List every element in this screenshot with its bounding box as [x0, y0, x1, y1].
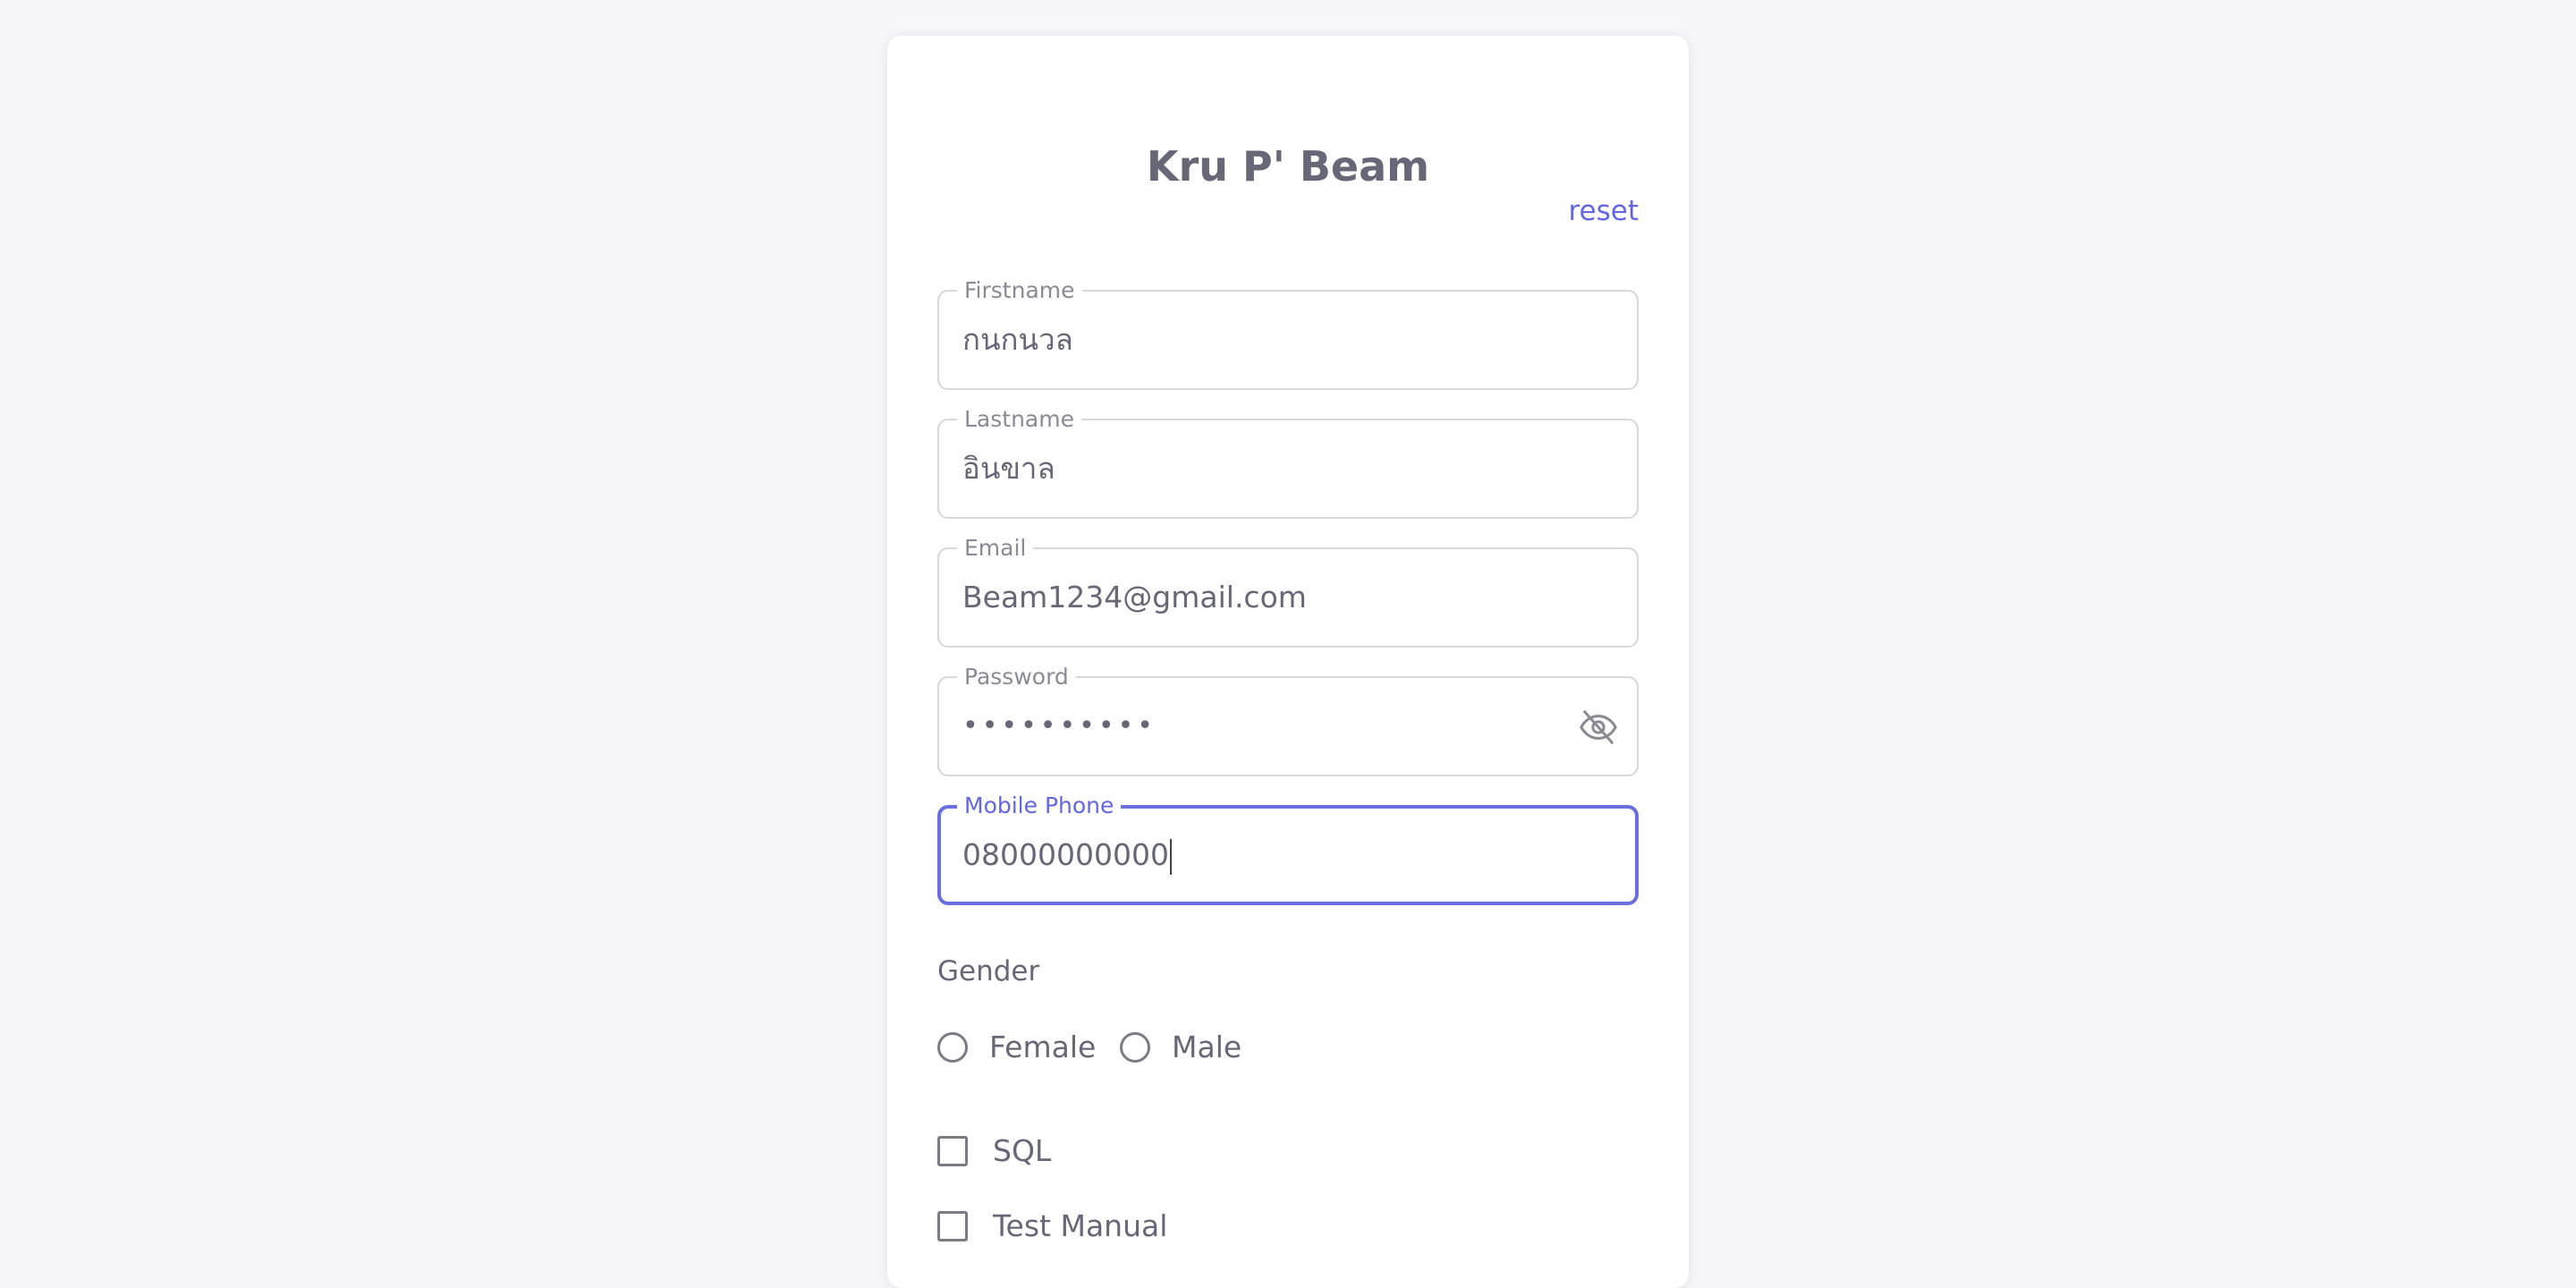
email-field[interactable]: Email Beam1234@gmail.com	[937, 535, 1639, 648]
lastname-field[interactable]: Lastname อินขาล	[937, 406, 1639, 519]
checkbox-icon[interactable]	[937, 1211, 968, 1241]
mobile-phone-field[interactable]: Mobile Phone 08000000000	[937, 792, 1639, 905]
skill-sql-checkbox[interactable]: SQL	[937, 1131, 1051, 1172]
radio-circle-icon[interactable]	[937, 1032, 968, 1063]
password-field[interactable]: Password ••••••••••	[937, 664, 1639, 776]
gender-male-radio[interactable]: Male	[1120, 1027, 1241, 1068]
registration-card: Kru P' Beam reset Firstname กนกนวล Lastn…	[887, 36, 1689, 1288]
eye-off-icon[interactable]	[1578, 707, 1619, 748]
radio-circle-icon[interactable]	[1120, 1032, 1150, 1063]
gender-male-label: Male	[1172, 1030, 1242, 1064]
reset-link[interactable]: reset	[1568, 193, 1639, 229]
skill-test-manual-label: Test Manual	[993, 1208, 1168, 1243]
firstname-field[interactable]: Firstname กนกนวล	[937, 277, 1639, 390]
skill-test-manual-checkbox[interactable]: Test Manual	[937, 1206, 1167, 1247]
mobile-phone-input[interactable]: 08000000000	[962, 809, 1172, 902]
checkbox-icon[interactable]	[937, 1136, 968, 1166]
form-title: Kru P' Beam	[1146, 142, 1430, 191]
email-input[interactable]: Beam1234@gmail.com	[962, 549, 1307, 646]
mobile-phone-value: 08000000000	[962, 837, 1169, 872]
lastname-input[interactable]: อินขาล	[962, 420, 1055, 517]
firstname-input[interactable]: กนกนวล	[962, 292, 1073, 388]
skill-sql-label: SQL	[993, 1133, 1052, 1168]
gender-female-label: Female	[989, 1030, 1097, 1064]
gender-label: Gender	[937, 955, 1040, 987]
text-caret	[1169, 838, 1172, 875]
gender-female-radio[interactable]: Female	[937, 1027, 1096, 1068]
password-input[interactable]: ••••••••••	[962, 678, 1157, 775]
